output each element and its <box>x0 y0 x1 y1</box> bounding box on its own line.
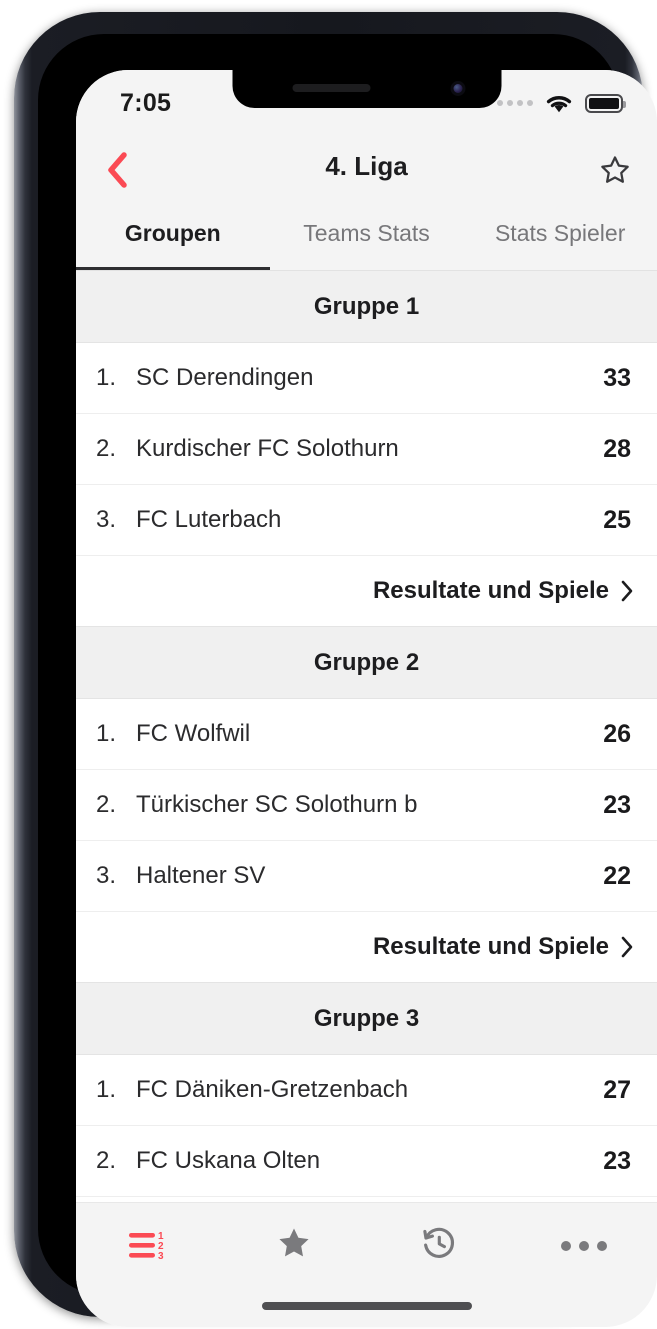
svg-text:3: 3 <box>158 1251 164 1262</box>
favorite-button[interactable] <box>587 146 643 198</box>
team-rank: 1. <box>96 1076 117 1103</box>
star-outline-icon <box>599 154 631 191</box>
team-name: FC Luterbach <box>136 506 282 533</box>
page-title: 4. Liga <box>325 151 408 181</box>
bottom-tab-bar: 1 2 3 <box>76 1202 657 1288</box>
star-filled-icon <box>276 1225 312 1266</box>
tabbar-item-history[interactable] <box>367 1203 512 1288</box>
team-name: Haltener SV <box>136 862 266 889</box>
nav-bar: 4. Liga <box>76 138 657 204</box>
ranking-list-icon: 1 2 3 <box>127 1226 171 1266</box>
table-row[interactable]: 3. FC Luterbach 25 <box>76 485 657 556</box>
team-points: 22 <box>603 861 631 890</box>
history-clock-icon <box>421 1225 457 1266</box>
table-row[interactable]: 2. Kurdischer FC Solothurn 28 <box>76 414 657 485</box>
team-points: 25 <box>603 505 631 534</box>
tabbar-item-more[interactable] <box>512 1203 657 1288</box>
team-rank: 3. <box>96 862 117 889</box>
team-rank: 1. <box>96 364 117 391</box>
team-rank: 1. <box>96 720 117 747</box>
tab-bar: Groupen Teams Stats Stats Spieler <box>76 204 657 271</box>
chevron-right-icon <box>619 578 635 604</box>
results-link-label: Resultate und Spiele <box>372 577 609 604</box>
tabbar-item-favorites[interactable] <box>221 1203 366 1288</box>
team-name: FC Däniken-Gretzenbach <box>136 1076 409 1103</box>
notch <box>232 70 501 108</box>
home-strip <box>76 1288 657 1327</box>
tab-teams-stats[interactable]: Teams Stats <box>270 204 464 270</box>
team-name: FC Wolfwil <box>136 720 251 747</box>
screenshot-stage: 7:05 4. Liga Groupen Teams Stats Stats S… <box>0 0 657 1329</box>
wifi-icon <box>544 92 574 114</box>
team-points: 33 <box>603 363 631 392</box>
status-time: 7:05 <box>120 89 172 117</box>
team-rank: 2. <box>96 791 117 818</box>
front-camera-icon <box>450 81 465 96</box>
team-points: 28 <box>603 434 631 463</box>
team-points: 23 <box>603 1146 631 1175</box>
table-row[interactable]: 1. FC Däniken-Gretzenbach 27 <box>76 1055 657 1126</box>
team-rank: 2. <box>96 1147 117 1174</box>
table-row[interactable]: 2. FC Uskana Olten 23 <box>76 1126 657 1197</box>
group-header: Gruppe 1 <box>76 271 657 343</box>
tab-groupen[interactable]: Groupen <box>76 204 270 270</box>
status-indicators <box>497 92 626 114</box>
tab-stats-spieler[interactable]: Stats Spieler <box>463 204 657 270</box>
signal-dots-icon <box>497 100 533 106</box>
phone-bezel: 7:05 4. Liga Groupen Teams Stats Stats S… <box>38 34 657 1327</box>
table-row[interactable]: 3. Haltener SV 22 <box>76 841 657 912</box>
chevron-right-icon <box>619 934 635 960</box>
phone-screen: 7:05 4. Liga Groupen Teams Stats Stats S… <box>76 70 657 1327</box>
table-row[interactable]: 1. FC Wolfwil 26 <box>76 699 657 770</box>
results-link-label: Resultate und Spiele <box>372 933 609 960</box>
more-dots-icon <box>561 1240 608 1251</box>
tabbar-item-rankings[interactable]: 1 2 3 <box>76 1203 221 1288</box>
team-name: FC Uskana Olten <box>136 1147 321 1174</box>
results-and-games-link[interactable]: Resultate und Spiele <box>76 912 657 983</box>
battery-full-icon <box>585 93 626 113</box>
groups-list[interactable]: Gruppe 1 1. SC Derendingen 33 2. Kurdisc… <box>76 271 657 1202</box>
group-header: Gruppe 3 <box>76 983 657 1055</box>
group-header: Gruppe 2 <box>76 627 657 699</box>
results-and-games-link[interactable]: Resultate und Spiele <box>76 556 657 627</box>
team-points: 23 <box>603 790 631 819</box>
team-points: 27 <box>603 1075 631 1104</box>
team-name: Kurdischer FC Solothurn <box>136 435 399 462</box>
team-points: 26 <box>603 719 631 748</box>
team-rank: 2. <box>96 435 117 462</box>
team-rank: 3. <box>96 506 117 533</box>
team-name: SC Derendingen <box>136 364 314 391</box>
table-row[interactable]: 2. Türkischer SC Solothurn b 23 <box>76 770 657 841</box>
phone-frame: 7:05 4. Liga Groupen Teams Stats Stats S… <box>14 12 657 1327</box>
home-indicator[interactable] <box>261 1302 472 1310</box>
team-name: Türkischer SC Solothurn b <box>136 791 418 818</box>
earpiece-speaker <box>292 84 370 92</box>
table-row[interactable]: 1. SC Derendingen 33 <box>76 343 657 414</box>
